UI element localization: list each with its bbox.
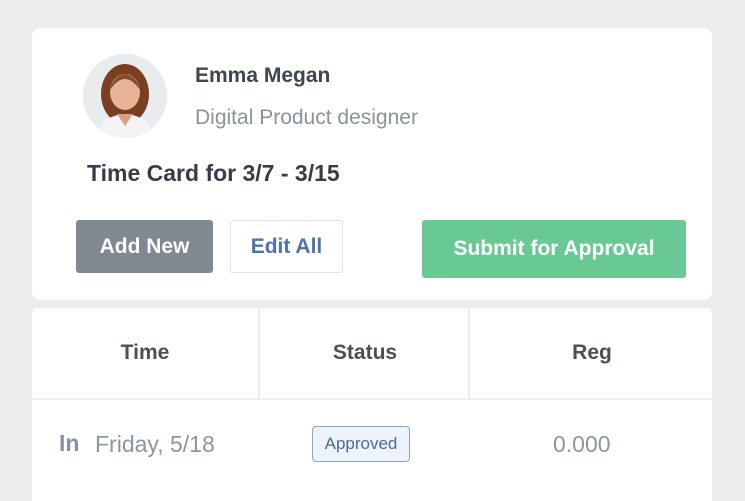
timecard-table: Time Status Reg In Friday, 5/18 Approved… bbox=[32, 308, 712, 501]
status-badge: Approved bbox=[312, 426, 410, 462]
user-avatar-icon bbox=[83, 54, 167, 138]
submit-for-approval-button[interactable]: Submit for Approval bbox=[422, 220, 686, 278]
reg-hours: 0.000 bbox=[553, 431, 611, 457]
column-header-reg[interactable]: Reg bbox=[472, 308, 712, 398]
avatar bbox=[83, 54, 167, 138]
table-row[interactable]: In Friday, 5/18 Approved 0.000 bbox=[32, 400, 712, 490]
user-name: Emma Megan bbox=[195, 64, 331, 87]
direction-label: In bbox=[59, 430, 80, 456]
timecard-title: Time Card for 3/7 - 3/15 bbox=[87, 160, 340, 186]
timecard-screen: Emma Megan Digital Product designer Time… bbox=[0, 0, 745, 501]
profile-card: Emma Megan Digital Product designer Time… bbox=[32, 28, 712, 300]
column-header-status[interactable]: Status bbox=[262, 308, 470, 398]
user-role: Digital Product designer bbox=[195, 106, 418, 129]
column-header-time[interactable]: Time bbox=[32, 308, 260, 398]
add-new-button[interactable]: Add New bbox=[76, 220, 213, 273]
row-date: Friday, 5/18 bbox=[95, 431, 215, 457]
edit-all-button[interactable]: Edit All bbox=[230, 220, 343, 273]
